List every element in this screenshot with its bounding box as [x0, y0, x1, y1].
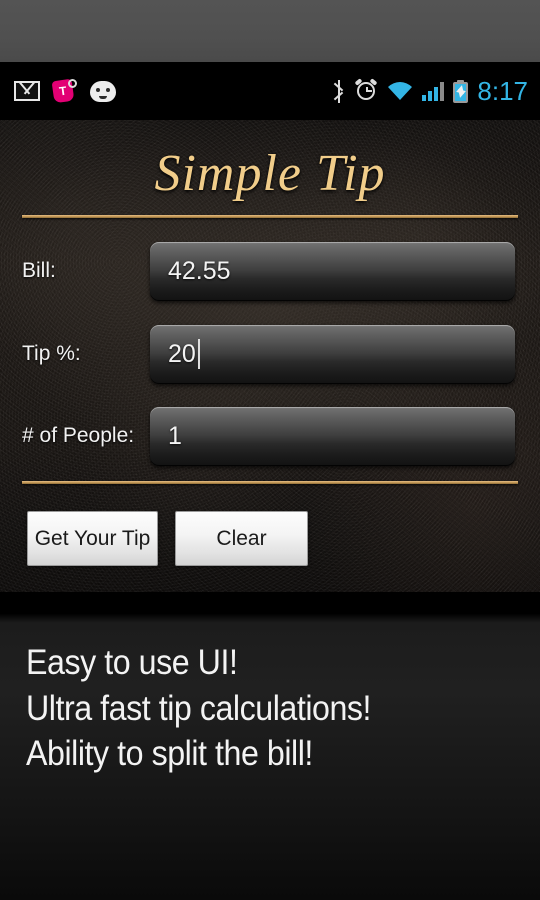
screenshot-root: 8:17 Simple Tip Bill: 42.55 Tip %: 20 # …	[0, 0, 540, 900]
status-bar-system-icons: 8:17	[332, 78, 540, 104]
bluetooth-icon	[332, 79, 347, 103]
clear-button[interactable]: Clear	[175, 511, 308, 566]
people-label: # of People:	[22, 424, 135, 447]
people-input-value: 1	[168, 421, 182, 450]
alarm-clock-icon	[354, 78, 378, 102]
feature-description-panel: Easy to use UI! Ultra fast tip calculati…	[0, 592, 540, 900]
android-face-icon	[90, 80, 116, 102]
tip-percent-label: Tip %:	[22, 342, 81, 365]
text-cursor	[197, 339, 200, 369]
tip-percent-input-value: 20	[168, 339, 196, 368]
form-row-tip-percent: Tip %: 20	[0, 324, 540, 384]
people-input[interactable]: 1	[150, 406, 515, 466]
bill-input-value: 42.55	[168, 256, 231, 285]
status-bar-clock: 8:17	[477, 76, 528, 106]
wifi-icon	[387, 81, 413, 101]
feature-line: Ultra fast tip calculations!	[26, 688, 372, 728]
tip-percent-input[interactable]: 20	[150, 324, 515, 384]
battery-charging-icon	[453, 79, 469, 103]
form-row-people: # of People: 1	[0, 406, 540, 466]
form-row-bill: Bill: 42.55	[0, 241, 540, 301]
signal-bars-icon	[422, 81, 445, 101]
gmail-icon	[14, 81, 40, 101]
app-title: Simple Tip	[154, 145, 386, 202]
feature-line: Easy to use UI!	[26, 643, 238, 682]
tmobile-icon	[51, 78, 77, 104]
android-status-bar: 8:17	[0, 62, 540, 120]
bill-label: Bill:	[22, 259, 56, 282]
bill-input[interactable]: 42.55	[150, 241, 515, 301]
status-bar-notification-icons	[0, 78, 116, 104]
divider-top	[22, 215, 518, 218]
divider-bottom	[22, 481, 518, 484]
get-your-tip-button[interactable]: Get Your Tip	[27, 511, 158, 566]
feature-line: Ability to split the bill!	[26, 734, 313, 773]
page-background-band	[0, 0, 540, 62]
